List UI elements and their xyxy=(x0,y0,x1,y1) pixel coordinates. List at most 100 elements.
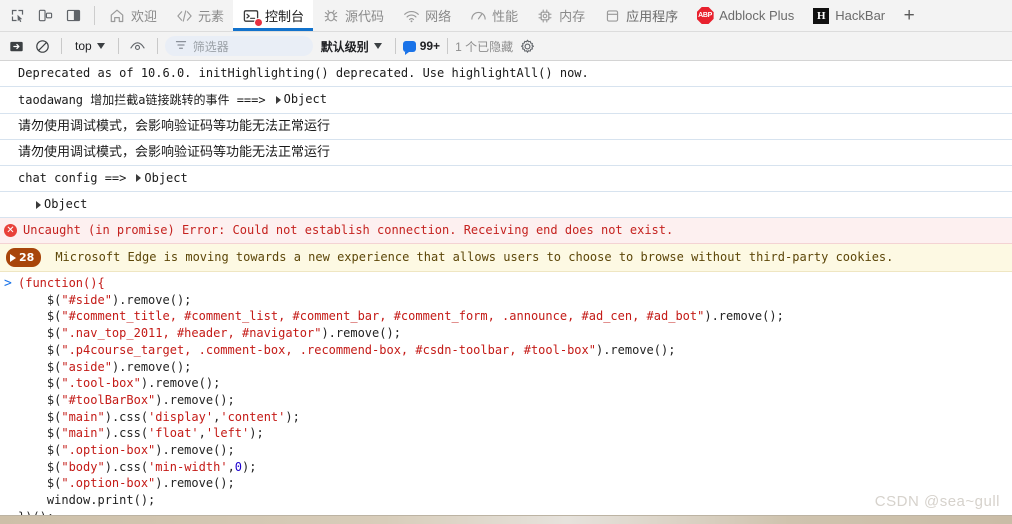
code-token: ".option-box" xyxy=(61,443,156,458)
live-expression-icon[interactable] xyxy=(126,35,150,57)
console-message-list[interactable]: Deprecated as of 10.6.0. initHighlightin… xyxy=(0,61,1012,524)
console-terminal-icon xyxy=(242,7,264,27)
code-token: "#toolBarBox" xyxy=(61,392,156,407)
code-line: $("main").css('display','content'); xyxy=(18,409,784,426)
error-circle-icon: ✕ xyxy=(4,224,17,237)
tab-network[interactable]: 网络 xyxy=(393,0,460,31)
object-expander[interactable]: Object xyxy=(136,170,188,187)
tab-console[interactable]: 控制台 xyxy=(233,0,314,31)
inspect-element-icon[interactable] xyxy=(4,3,30,29)
console-row-warning[interactable]: 28 Microsoft Edge is moving towards a ne… xyxy=(0,244,1012,272)
code-token: 'display' xyxy=(148,409,214,424)
code-line: $("body").css('min-width',0); xyxy=(18,459,784,476)
toolbar-divider xyxy=(156,38,158,54)
console-row-log[interactable]: chat config ==> Object xyxy=(0,166,1012,192)
tab-performance[interactable]: 性能 xyxy=(460,0,527,31)
abp-badge-label: ABP xyxy=(696,7,714,24)
devtools-tool-icons xyxy=(2,0,90,31)
console-prompt[interactable]: > (function(){ $("#side").remove(); $("#… xyxy=(0,272,1012,524)
message-count-label: 99+ xyxy=(419,39,441,53)
code-token: ).css( xyxy=(104,409,149,424)
code-token: $( xyxy=(18,292,62,307)
console-input-code[interactable]: (function(){ $("#side").remove(); $("#co… xyxy=(18,275,784,524)
home-icon xyxy=(108,7,126,25)
chevron-right-icon xyxy=(136,174,142,182)
code-token: "body" xyxy=(61,459,105,474)
code-line: $(".p4course_target, .comment-box, .reco… xyxy=(18,342,784,359)
tab-label: 性能 xyxy=(492,9,519,24)
tab-hackbar[interactable]: H HackBar xyxy=(803,0,894,31)
code-line: $(".nav_top_2011, #header, #navigator").… xyxy=(18,325,784,342)
code-token: 'left' xyxy=(205,426,250,441)
code-token: $( xyxy=(18,392,62,407)
console-message-text: Microsoft Edge is moving towards a new e… xyxy=(55,250,894,264)
code-token: ).remove(); xyxy=(704,309,784,324)
tab-adblock-plus[interactable]: ABP Adblock Plus xyxy=(687,0,803,31)
tab-label: 欢迎 xyxy=(131,9,158,24)
tab-elements[interactable]: 元素 xyxy=(166,0,233,31)
code-token: ).remove(); xyxy=(155,443,235,458)
code-token: "#side" xyxy=(61,292,112,307)
devtools-window: 欢迎 元素 控制台 源代码 网络 性能 内存 应用程序 ABP Adblock … xyxy=(0,0,1012,524)
tab-welcome[interactable]: 欢迎 xyxy=(99,0,166,31)
console-message-text: 请勿使用调试模式，会影响验证码等功能无法正常运行 xyxy=(18,144,331,160)
new-tab-button[interactable]: + xyxy=(894,0,924,31)
code-token: $( xyxy=(18,426,62,441)
code-token: ".nav_top_2011, #header, #navigator" xyxy=(61,326,322,341)
toolbar-divider xyxy=(61,38,62,54)
gear-icon[interactable] xyxy=(515,35,539,57)
prompt-chevron-icon: > xyxy=(4,276,12,291)
console-sidebar-icon[interactable] xyxy=(4,35,28,57)
code-token: ).remove(); xyxy=(321,326,401,341)
console-message-text: chat config ==> xyxy=(18,171,127,185)
code-token: "main" xyxy=(61,426,105,441)
watermark-label: CSDN @sea~gull xyxy=(874,493,1000,510)
warning-group-badge[interactable]: 28 xyxy=(6,248,42,267)
object-expander[interactable]: Object xyxy=(275,91,327,108)
code-token: $( xyxy=(18,459,62,474)
tab-label: 内存 xyxy=(559,9,586,24)
code-token: 'content' xyxy=(220,409,286,424)
code-line: $("aside").remove(); xyxy=(18,359,784,376)
console-row-log[interactable]: 请勿使用调试模式，会影响验证码等功能无法正常运行 xyxy=(0,140,1012,166)
warning-count: 28 xyxy=(19,251,35,264)
code-token: ); xyxy=(249,426,264,441)
code-line: $("#side").remove(); xyxy=(18,292,784,309)
message-count-badge[interactable]: 99+ xyxy=(402,39,441,55)
object-expander[interactable]: Object xyxy=(28,196,87,213)
console-row-error[interactable]: ✕ Uncaught (in promise) Error: Could not… xyxy=(0,218,1012,244)
code-line: window.print(); xyxy=(18,492,784,509)
console-row-log[interactable]: Deprecated as of 10.6.0. initHighlightin… xyxy=(0,61,1012,87)
chevron-down-icon xyxy=(373,43,382,49)
javascript-context-select[interactable]: top xyxy=(69,37,111,55)
code-token: ).remove(); xyxy=(111,359,192,374)
code-token: ).remove(); xyxy=(155,392,235,407)
chevron-right-icon xyxy=(10,253,16,262)
clear-console-icon[interactable] xyxy=(30,35,54,57)
object-label: Object xyxy=(144,170,188,185)
code-token: , xyxy=(198,426,206,441)
console-level-select[interactable]: 默认级别 xyxy=(315,36,388,57)
tab-application[interactable]: 应用程序 xyxy=(594,0,687,31)
application-database-icon xyxy=(603,7,621,25)
console-message-text: Uncaught (in promise) Error: Could not e… xyxy=(23,223,674,237)
toolbar-divider xyxy=(447,38,449,54)
code-line: $(".tool-box").remove(); xyxy=(18,375,784,392)
hidden-messages-label: 1 个已隐藏 xyxy=(455,39,514,54)
tabbar-divider xyxy=(94,6,95,25)
device-toolbar-icon[interactable] xyxy=(32,3,58,29)
console-row-log[interactable]: 请勿使用调试模式，会影响验证码等功能无法正常运行 xyxy=(0,114,1012,140)
console-filter-input[interactable]: 筛选器 xyxy=(164,36,313,56)
code-token: "#comment_title, #comment_list, #comment… xyxy=(61,309,705,324)
code-token: $( xyxy=(18,409,62,424)
dock-side-icon[interactable] xyxy=(60,3,86,29)
code-token: ).remove(); xyxy=(595,342,676,357)
tab-label: Adblock Plus xyxy=(719,8,795,23)
console-row-log[interactable]: Object xyxy=(0,192,1012,218)
tab-sources[interactable]: 源代码 xyxy=(313,0,393,31)
console-row-log[interactable]: taodawang 增加拦截a链接跳转的事件 ===> Object xyxy=(0,87,1012,114)
tab-memory[interactable]: 内存 xyxy=(527,0,594,31)
code-token: "main" xyxy=(61,409,105,424)
network-wifi-icon xyxy=(402,7,420,25)
console-message-text: Deprecated as of 10.6.0. initHighlightin… xyxy=(18,66,589,80)
